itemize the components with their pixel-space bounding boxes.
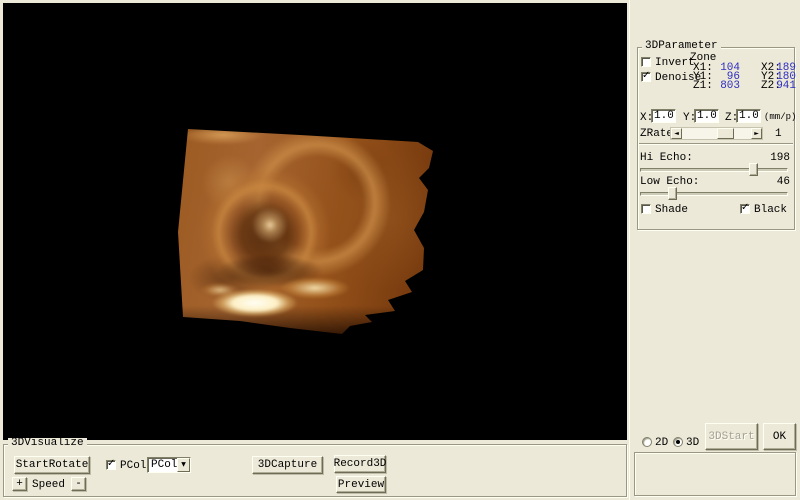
zrate-label: ZRate bbox=[640, 129, 673, 139]
mode-3d-label: 3D bbox=[686, 438, 699, 448]
hi-echo-value: 198 bbox=[746, 153, 790, 163]
zrate-value: 1 bbox=[775, 129, 782, 139]
parameter-groupbox: 3DParameter Invert ✓ Denoise Zone X1: 10… bbox=[637, 47, 795, 230]
checkbox-box[interactable]: ✓ bbox=[641, 72, 651, 82]
ultrasound-3d-render[interactable] bbox=[175, 108, 437, 338]
zone-z1-label: Z1: bbox=[693, 81, 713, 91]
z-scale-input[interactable] bbox=[736, 109, 761, 123]
record3d-button[interactable]: Record3D bbox=[334, 455, 386, 473]
ok-button[interactable]: OK bbox=[763, 423, 796, 450]
y-scale-input[interactable] bbox=[694, 109, 719, 123]
low-echo-slider-track[interactable] bbox=[640, 192, 788, 196]
mode-3d-radio[interactable]: 3D bbox=[673, 436, 701, 447]
speed-label: Speed bbox=[32, 480, 65, 490]
checkmark-icon: ✓ bbox=[107, 458, 115, 469]
groupbox-title: 3DParameter bbox=[642, 41, 721, 52]
zrate-scroll-thumb[interactable] bbox=[717, 128, 734, 139]
separator-line bbox=[639, 143, 793, 144]
checkbox-box[interactable] bbox=[641, 204, 651, 214]
3dcapture-button[interactable]: 3DCapture bbox=[252, 456, 323, 474]
mode-2d-radio[interactable]: 2D bbox=[642, 436, 670, 447]
black-checkbox[interactable]: ✓ Black bbox=[740, 204, 800, 215]
black-label: Black bbox=[754, 205, 787, 215]
3dstart-button[interactable]: 3DStart bbox=[705, 423, 758, 450]
low-echo-value: 46 bbox=[746, 177, 790, 187]
checkbox-box[interactable] bbox=[641, 57, 651, 67]
low-echo-slider-thumb[interactable] bbox=[668, 187, 677, 200]
pcolor-checkbox[interactable]: ✓ PColor bbox=[106, 460, 151, 471]
hi-echo-slider-track[interactable] bbox=[640, 168, 788, 172]
zrate-scroll-left-button[interactable]: ◄ bbox=[671, 128, 682, 139]
pcolor-dropdown[interactable]: PColor ▼ bbox=[147, 457, 191, 473]
render-viewport[interactable] bbox=[3, 3, 627, 440]
low-echo-label: Low Echo: bbox=[640, 177, 699, 187]
zone-z2-value: 941 bbox=[774, 81, 796, 91]
speed-plus-button[interactable]: + bbox=[12, 477, 27, 491]
invert-label: Invert bbox=[655, 58, 695, 68]
radio-circle[interactable] bbox=[673, 437, 683, 447]
checkbox-box[interactable]: ✓ bbox=[740, 204, 750, 214]
zone-z1-value: 803 bbox=[714, 81, 740, 91]
dropdown-button[interactable]: ▼ bbox=[177, 458, 190, 472]
hi-echo-slider-thumb[interactable] bbox=[749, 163, 758, 176]
scroll-left-icon: ◄ bbox=[674, 131, 679, 137]
hi-echo-label: Hi Echo: bbox=[640, 153, 693, 163]
speed-minus-button[interactable]: - bbox=[71, 477, 86, 491]
shade-checkbox[interactable]: Shade bbox=[641, 204, 701, 215]
bottom-right-frame bbox=[634, 452, 796, 496]
radio-dot bbox=[676, 440, 680, 444]
start-rotate-button[interactable]: StartRotate bbox=[14, 456, 90, 474]
checkmark-icon: ✓ bbox=[741, 202, 749, 213]
parameter-panel: 3DParameter Invert ✓ Denoise Zone X1: 10… bbox=[629, 0, 800, 500]
shade-label: Shade bbox=[655, 205, 688, 215]
scale-unit-label: (mm/p) bbox=[764, 112, 796, 122]
mode-2d-label: 2D bbox=[655, 438, 668, 448]
preview-button[interactable]: Preview bbox=[336, 476, 386, 493]
scroll-right-icon: ► bbox=[754, 131, 759, 137]
visualize-groupbox: 3DVisualize StartRotate + Speed - ✓ PCol… bbox=[3, 444, 627, 497]
zrate-scrollbar[interactable]: ◄ ► bbox=[670, 127, 763, 140]
checkmark-icon: ✓ bbox=[642, 70, 650, 81]
groupbox-title: 3DVisualize bbox=[8, 438, 87, 449]
checkbox-box[interactable]: ✓ bbox=[106, 460, 116, 470]
zrate-scroll-right-button[interactable]: ► bbox=[751, 128, 762, 139]
x-scale-input[interactable] bbox=[651, 109, 676, 123]
dropdown-arrow-icon: ▼ bbox=[181, 462, 186, 468]
radio-circle[interactable] bbox=[642, 437, 652, 447]
